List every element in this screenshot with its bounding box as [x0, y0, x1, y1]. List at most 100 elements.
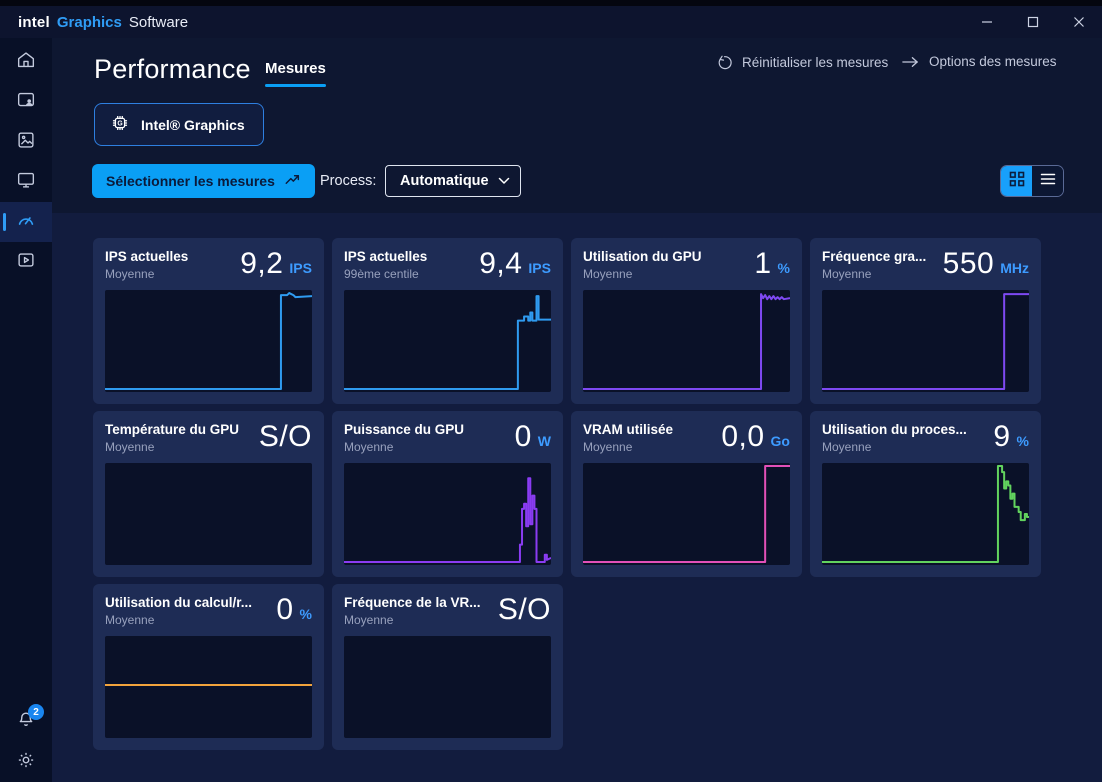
metric-title: Puissance du GPU	[344, 422, 464, 437]
arrow-right-icon	[901, 55, 920, 69]
metric-card-header: Utilisation du calcul/r...Moyenne 0%	[105, 595, 312, 627]
metric-subtitle: Moyenne	[344, 440, 464, 454]
sidebar-item-media[interactable]	[0, 122, 52, 162]
metric-card: Fréquence gra... Moyenne 550 MHz	[810, 238, 1041, 404]
svg-text:G: G	[117, 121, 122, 128]
metric-card: VRAM utilisée Moyenne 0,0Go	[571, 411, 802, 577]
sidebar: 2	[0, 38, 52, 782]
gear-icon	[15, 749, 37, 776]
list-view-button[interactable]	[1032, 166, 1063, 196]
select-measures-button[interactable]: Sélectionner les mesures	[92, 164, 315, 198]
metric-card-header: Utilisation du proces...Moyenne9%	[822, 422, 1029, 454]
metric-value-number: 9	[993, 420, 1010, 454]
metric-titles: VRAM utilisée Moyenne	[583, 422, 673, 454]
close-button[interactable]	[1056, 6, 1102, 38]
metric-sparkline	[105, 463, 312, 565]
metric-value: 1%	[754, 247, 790, 281]
metric-value: 0,0Go	[721, 420, 790, 454]
brand-intel: intel	[18, 14, 50, 31]
metric-value-unit: %	[300, 606, 312, 622]
metric-subtitle: Moyenne	[822, 440, 967, 454]
maximize-button[interactable]	[1010, 6, 1056, 38]
metric-value: 9%	[993, 420, 1029, 454]
metric-subtitle: Moyenne	[583, 440, 673, 454]
sidebar-item-display[interactable]	[0, 162, 52, 202]
sidebar-item-home[interactable]	[0, 42, 52, 82]
home-icon	[15, 49, 37, 76]
page-title: Performance	[94, 54, 251, 85]
metric-value-number: 550	[943, 247, 995, 281]
metric-subtitle: Moyenne	[105, 613, 252, 627]
trending-up-icon	[284, 172, 301, 190]
settings-button[interactable]	[0, 742, 52, 782]
metric-value-unit: W	[538, 433, 551, 449]
metric-value-number: 0	[515, 420, 532, 454]
metric-title: Fréquence gra...	[822, 249, 926, 264]
metric-titles: IPS actuelles99ème centile	[344, 249, 427, 281]
metric-card: IPS actuellesMoyenne9,2IPS	[93, 238, 324, 404]
metric-title: VRAM utilisée	[583, 422, 673, 437]
measure-options-button[interactable]: Options des mesures	[901, 54, 1057, 69]
metric-card: Utilisation du GPU Moyenne 1%	[571, 238, 802, 404]
metric-sparkline	[822, 463, 1029, 565]
titlebar: intel Graphics Software	[0, 6, 1102, 38]
metric-value: 0W	[515, 420, 551, 454]
metric-titles: Fréquence de la VR...Moyenne	[344, 595, 481, 627]
metric-subtitle: Moyenne	[822, 267, 926, 281]
metric-value-unit: IPS	[289, 260, 312, 276]
metric-card: IPS actuelles99ème centile9,4IPS	[332, 238, 563, 404]
metric-card-header: IPS actuellesMoyenne9,2IPS	[105, 249, 312, 281]
sidebar-item-capture[interactable]	[0, 242, 52, 282]
metric-card: Utilisation du proces...Moyenne9%	[810, 411, 1041, 577]
metric-title: Température du GPU	[105, 422, 239, 437]
options-label: Options des mesures	[929, 54, 1057, 69]
notifications-button[interactable]: 2	[0, 702, 52, 742]
device-selector-button[interactable]: G Intel® Graphics	[94, 103, 264, 146]
video-icon	[15, 249, 37, 276]
metric-value-unit: IPS	[528, 260, 551, 276]
gpu-chip-icon: G	[109, 112, 131, 137]
tab-mesures[interactable]: Mesures	[265, 60, 326, 87]
content-area: IPS actuellesMoyenne9,2IPSIPS actuelles9…	[52, 213, 1102, 782]
view-toggle	[1000, 165, 1064, 197]
metric-card: Température du GPUMoyenneS/O	[93, 411, 324, 577]
list-view-icon	[1040, 172, 1056, 191]
metric-value-unit: %	[1017, 433, 1029, 449]
metrics-grid: IPS actuellesMoyenne9,2IPSIPS actuelles9…	[52, 213, 1102, 750]
minimize-button[interactable]	[964, 6, 1010, 38]
metric-titles: IPS actuellesMoyenne	[105, 249, 188, 281]
process-label: Process:	[320, 173, 376, 189]
sidebar-bottom: 2	[0, 702, 52, 782]
metric-card-header: Puissance du GPU Moyenne 0W	[344, 422, 551, 454]
performance-icon	[15, 209, 37, 236]
metric-value: 550 MHz	[943, 247, 1029, 281]
metric-value: 0%	[276, 593, 312, 627]
metric-card-header: Température du GPUMoyenneS/O	[105, 422, 312, 454]
metric-card-header: Fréquence de la VR...Moyenne S/O	[344, 595, 551, 627]
metric-sparkline	[583, 290, 790, 392]
grid-view-icon	[1009, 171, 1025, 192]
metric-subtitle: Moyenne	[583, 267, 702, 281]
window-controls	[964, 6, 1102, 38]
metric-value-number: S/O	[498, 593, 551, 627]
metric-titles: Utilisation du calcul/r...Moyenne	[105, 595, 252, 627]
process-value: Automatique	[400, 173, 489, 189]
brand-graphics: Graphics	[57, 14, 122, 31]
metric-value-unit: MHz	[1000, 260, 1029, 276]
process-dropdown[interactable]: Automatique	[385, 165, 521, 197]
reset-icon	[716, 54, 733, 71]
select-label: Sélectionner les mesures	[106, 173, 275, 189]
metric-title: Utilisation du GPU	[583, 249, 702, 264]
metric-subtitle: Moyenne	[105, 267, 188, 281]
metric-title: IPS actuelles	[344, 249, 427, 264]
metric-title: Fréquence de la VR...	[344, 595, 481, 610]
metric-titles: Température du GPUMoyenne	[105, 422, 239, 454]
grid-view-button[interactable]	[1001, 166, 1032, 196]
sidebar-item-apps[interactable]	[0, 82, 52, 122]
metric-value-number: 0	[276, 593, 293, 627]
sidebar-item-performance[interactable]	[0, 202, 52, 242]
reset-measures-button[interactable]: Réinitialiser les mesures	[716, 54, 888, 71]
metric-value-unit: %	[778, 260, 790, 276]
metric-sparkline	[344, 290, 551, 392]
metric-titles: Puissance du GPU Moyenne	[344, 422, 464, 454]
